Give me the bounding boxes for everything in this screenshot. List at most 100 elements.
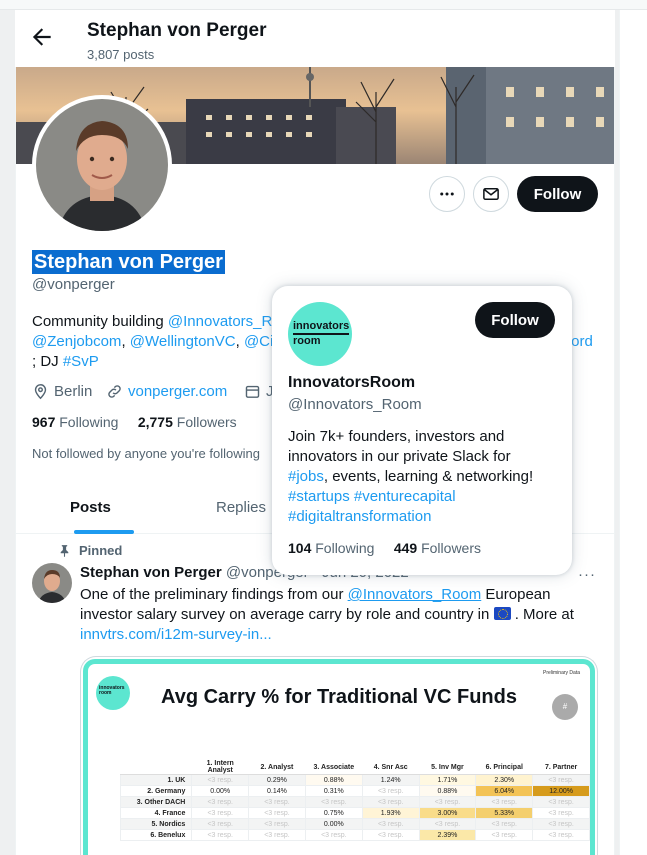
header-name: Stephan von Perger	[87, 20, 267, 41]
hover-card-name[interactable]: InnovatorsRoom	[288, 374, 415, 392]
table-header	[120, 760, 192, 775]
tab-replies[interactable]: Replies	[216, 499, 266, 516]
table-cell: 2.30%	[475, 774, 534, 786]
logo-text: innovators	[293, 320, 350, 332]
table-cell: <3 resp.	[418, 818, 477, 830]
profile-location: Berlin	[32, 383, 92, 400]
table-cell: <3 resp.	[248, 796, 306, 808]
salary-survey-image: innovators room Preliminary Data # Avg C…	[83, 659, 595, 855]
bio-text: ,	[121, 333, 130, 350]
more-options-button[interactable]	[429, 176, 465, 212]
hashtag-links[interactable]: #startups #venturecapital	[288, 487, 558, 507]
table-cell: 3.00%	[418, 807, 477, 819]
table-header: 3. Associate	[305, 760, 363, 775]
eu-flag-icon	[493, 607, 511, 620]
table-row-label: 5. Nordics	[119, 818, 193, 830]
hover-card: innovators room Follow InnovatorsRoom @I…	[272, 286, 572, 575]
post-text: One of the preliminary findings from our…	[80, 585, 600, 645]
table-cell: <3 resp.	[191, 774, 250, 786]
hover-followers-stat[interactable]: 449 Followers	[394, 540, 481, 556]
bio-text: Community building	[32, 313, 168, 330]
image-title: Avg Carry % for Traditional VC Funds	[161, 686, 517, 708]
bio-hashtag[interactable]: #SvP	[63, 353, 99, 370]
more-dots-icon	[440, 192, 454, 196]
table-cell: 1.24%	[361, 774, 420, 786]
message-button[interactable]	[473, 176, 509, 212]
table-cell: <3 resp.	[418, 796, 477, 808]
bio-mention[interactable]: @Zenjobcom	[32, 333, 121, 350]
table-cell: <3 resp.	[475, 796, 534, 808]
table-cell: <3 resp.	[304, 829, 363, 841]
table-cell: 12.00%	[532, 785, 590, 797]
image-prelim-label: Preliminary Data	[543, 670, 580, 676]
table-row-label: 3. Other DACH	[119, 796, 193, 808]
pinned-label: Pinned	[58, 543, 122, 558]
profile-website[interactable]: vonperger.com	[106, 383, 227, 400]
post-link[interactable]: innvtrs.com/i12m-survey-in...	[80, 625, 600, 645]
table-row: 1. UK <3 resp. 0.29% 0.88% 1.24% 1.71% 2.30% <3…	[119, 774, 590, 786]
table-cell: <3 resp.	[191, 829, 250, 841]
bio-text: ,	[235, 333, 244, 350]
table-cell: <3 resp.	[248, 807, 306, 819]
location-pin-icon	[34, 384, 47, 400]
table-cell: <3 resp.	[475, 829, 534, 841]
carry-table: 1. Intern Analyst 2. Analyst 3. Associate 4…	[119, 760, 590, 841]
tab-posts[interactable]: Posts	[70, 499, 111, 516]
hashtag-link[interactable]: #jobs	[288, 468, 324, 485]
table-cell: <3 resp.	[361, 829, 420, 841]
hover-card-handle[interactable]: @Innovators_Room	[288, 396, 422, 413]
followers-stat[interactable]: 2,775 Followers	[138, 414, 237, 430]
bio-text: ; DJ	[32, 353, 63, 370]
back-arrow-icon[interactable]	[29, 24, 55, 50]
table-cell: <3 resp.	[361, 818, 420, 830]
table-header: 6. Principal	[475, 760, 533, 775]
location-text: Berlin	[54, 383, 93, 400]
table-cell: 0.88%	[418, 785, 477, 797]
table-cell: 1.71%	[418, 774, 477, 786]
post-author-avatar[interactable]	[32, 563, 72, 603]
hover-card-bio: Join 7k+ founders, investors and innovat…	[288, 427, 558, 527]
table-cell: <3 resp.	[191, 807, 250, 819]
post-mention[interactable]: @Innovators_Room	[348, 586, 482, 603]
table-row: 3. Other DACH <3 resp. <3 resp. <3 resp. <3 …	[119, 796, 590, 808]
table-cell: <3 resp.	[191, 818, 250, 830]
table-row-label: 4. France	[119, 807, 193, 819]
table-cell: <3 resp.	[248, 829, 306, 841]
table-cell: 0.88%	[304, 774, 363, 786]
table-row-label: 1. UK	[119, 774, 193, 786]
table-row: 2. Germany 0.00% 0.14% 0.31% <3 resp. 0.88% 6.…	[119, 785, 590, 797]
hover-following-stat[interactable]: 104 Following	[288, 540, 374, 556]
bio-mention[interactable]: @WellingtonVC	[130, 333, 236, 350]
table-cell: 0.75%	[304, 807, 363, 819]
table-header: 2. Analyst	[248, 760, 306, 775]
table-cell: 5.33%	[475, 807, 534, 819]
calendar-icon	[245, 385, 260, 398]
profile-handle: @vonperger	[32, 276, 115, 293]
hover-card-avatar[interactable]: innovators room	[288, 302, 352, 366]
hashtag-link[interactable]: #digitaltransformation	[288, 507, 558, 527]
post-author-name[interactable]: Stephan von Perger	[80, 564, 222, 581]
post-media[interactable]: innovators room Preliminary Data # Avg C…	[80, 656, 598, 855]
table-cell: <3 resp.	[532, 774, 590, 786]
table-header: 7. Partner	[532, 760, 590, 775]
profile-name: Stephan von Perger	[32, 250, 225, 274]
link-icon	[108, 385, 121, 398]
post-more-icon[interactable]: ···	[578, 566, 596, 583]
website-link[interactable]: vonperger.com	[128, 383, 227, 400]
pin-icon	[60, 545, 69, 557]
logo-text: room	[293, 335, 321, 347]
follow-button[interactable]: Follow	[517, 176, 598, 212]
following-stat[interactable]: 967 Following	[32, 414, 118, 430]
bio-mention[interactable]: @Innovators_R	[168, 313, 272, 330]
table-cell: <3 resp.	[532, 807, 590, 819]
profile-avatar[interactable]	[32, 95, 172, 235]
post-count: 3,807 posts	[87, 47, 155, 62]
table-cell: 0.00%	[191, 785, 250, 797]
table-header: 5. Inv Mgr	[419, 760, 476, 775]
sidebar-column	[619, 10, 647, 855]
hover-card-follow-button[interactable]: Follow	[475, 302, 555, 338]
table-cell: <3 resp.	[361, 785, 420, 797]
active-tab-indicator	[74, 530, 134, 534]
profile-header: Stephan von Perger 3,807 posts	[15, 10, 615, 67]
table-row: 6. Benelux <3 resp. <3 resp. <3 resp. <3 res…	[119, 829, 590, 841]
